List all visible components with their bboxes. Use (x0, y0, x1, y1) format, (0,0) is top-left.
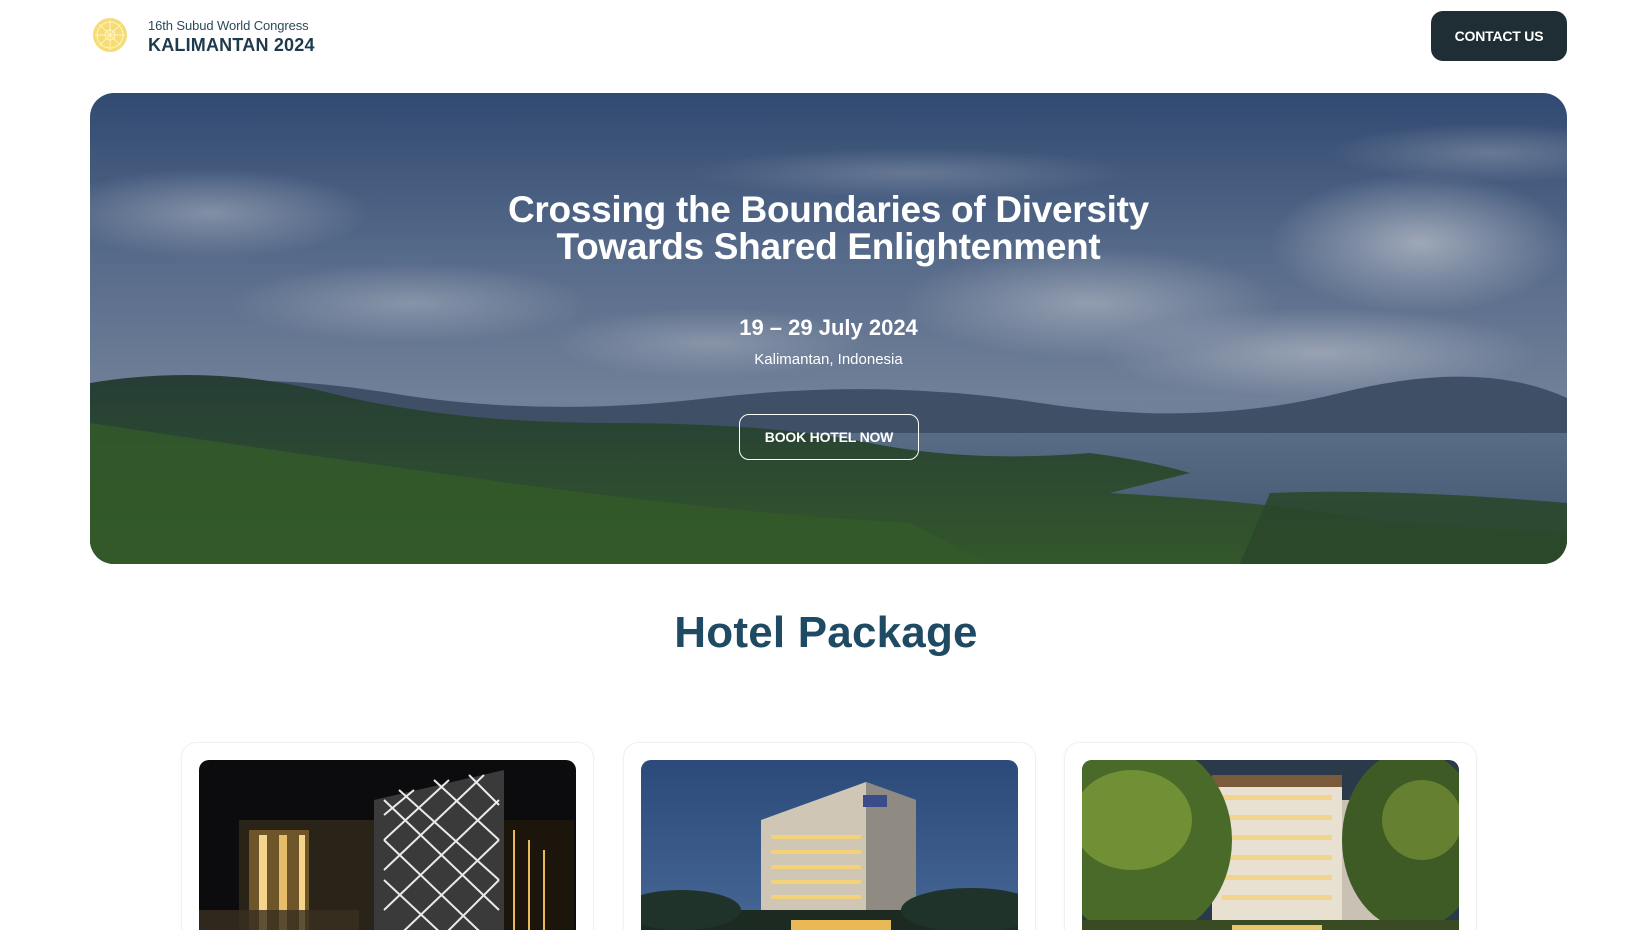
hotel-card[interactable] (1064, 742, 1477, 930)
subud-emblem-icon[interactable] (92, 17, 128, 53)
site-header: 16th Subud World Congress KALIMANTAN 202… (0, 0, 1652, 88)
hero-title: Crossing the Boundaries of Diversity Tow… (90, 191, 1567, 265)
hero-banner: Crossing the Boundaries of Diversity Tow… (90, 93, 1567, 564)
section-title: Hotel Package (674, 608, 978, 657)
brand-title: KALIMANTAN 2024 (148, 35, 315, 55)
hotel-dusk-building-image[interactable] (641, 760, 1018, 930)
book-hotel-button[interactable]: BOOK HOTEL NOW (739, 414, 919, 460)
hero-title-line-1: Crossing the Boundaries of Diversity (508, 189, 1149, 230)
brand-subtitle: 16th Subud World Congress (148, 18, 309, 33)
event-location: Kalimantan, Indonesia (754, 351, 903, 368)
hotel-card[interactable] (623, 742, 1036, 930)
hero-title-line-2: Towards Shared Enlightenment (556, 226, 1101, 267)
hotel-night-facade-image[interactable] (199, 760, 576, 930)
event-date: 19 – 29 July 2024 (739, 315, 918, 340)
contact-us-button[interactable]: CONTACT US (1431, 11, 1567, 61)
brand[interactable]: 16th Subud World Congress KALIMANTAN 202… (148, 18, 315, 56)
hotel-tropical-garden-image[interactable] (1082, 760, 1459, 930)
hotel-card[interactable] (181, 742, 594, 930)
